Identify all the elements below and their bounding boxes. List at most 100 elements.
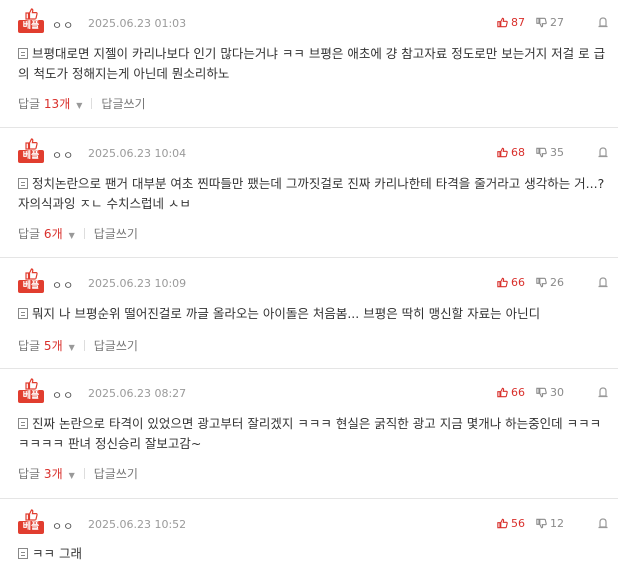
- best-comment-badge: 베플: [18, 8, 44, 34]
- thumbs-down-icon: [536, 17, 547, 28]
- comment-body: ㅋㅋ 그래: [18, 544, 608, 564]
- report-icon[interactable]: [598, 146, 608, 158]
- best-comment-badge: 베플: [18, 378, 44, 404]
- write-reply-link[interactable]: 답글쓰기: [94, 465, 138, 482]
- divider: [91, 98, 93, 109]
- comment-item: 베플 ㅇㅇ 2025.06.23 08:27 66 30 진짜 논란으로 타격이…: [0, 369, 618, 499]
- thumbs-down-icon: [536, 147, 547, 158]
- reply-unit: 개: [51, 339, 63, 353]
- caret-down-icon: ▼: [76, 101, 83, 110]
- comment-text: 정치논란으로 팬거 대부분 여초 찐따들만 팼는데 그까짓걸로 진짜 카리나한테…: [18, 176, 605, 211]
- caret-down-icon: ▼: [68, 471, 75, 480]
- divider: [83, 228, 85, 239]
- document-icon: [18, 48, 28, 59]
- comment-date: 2025.06.23 01:03: [88, 17, 187, 30]
- comment-list: 베플 ㅇㅇ 2025.06.23 01:03 87 27 브평대로면 지젤이 카…: [0, 0, 618, 571]
- author-name[interactable]: ㅇㅇ: [52, 387, 74, 403]
- reply-toggle[interactable]: 답글 6개 ▼: [18, 225, 75, 242]
- reply-count-value: 5: [43, 339, 52, 353]
- reply-unit: 개: [51, 467, 63, 481]
- reply-toggle[interactable]: 답글 5개 ▼: [18, 337, 75, 354]
- comment-body: 뭐지 나 브평순위 떨어진걸로 까글 올라오는 아이돌은 처음봄... 브평은 …: [18, 304, 608, 324]
- upvote-count: 66: [511, 386, 525, 399]
- reply-count-value: 6: [43, 227, 52, 241]
- comment-text: 뭐지 나 브평순위 떨어진걸로 까글 올라오는 아이돌은 처음봄... 브평은 …: [32, 306, 541, 321]
- reply-count: 3개: [44, 467, 63, 481]
- comment-footer: 답글 13개 ▼ 답글쓰기: [18, 95, 146, 112]
- document-icon: [18, 548, 28, 559]
- best-label: 베플: [18, 20, 44, 33]
- author-name[interactable]: ㅇㅇ: [52, 147, 74, 163]
- upvote-count: 56: [511, 517, 525, 530]
- reply-toggle[interactable]: 답글 13개 ▼: [18, 95, 82, 112]
- thumbs-up-icon: [25, 8, 38, 20]
- comment-text: 브평대로면 지젤이 카리나보다 인기 많다는거냐 ㅋㅋ 브평은 애초에 걍 참고…: [18, 46, 606, 81]
- write-reply-link[interactable]: 답글쓰기: [94, 225, 138, 242]
- upvote-button[interactable]: 66: [497, 276, 525, 289]
- author-name[interactable]: ㅇㅇ: [52, 518, 74, 534]
- comment-item: 베플 ㅇㅇ 2025.06.23 01:03 87 27 브평대로면 지젤이 카…: [0, 0, 618, 128]
- thumbs-down-icon: [536, 277, 547, 288]
- comment-item: 베플 ㅇㅇ 2025.06.23 10:04 68 35 정치논란으로 팬거 대…: [0, 128, 618, 258]
- caret-down-icon: ▼: [68, 231, 75, 240]
- best-comment-badge: 베플: [18, 509, 44, 535]
- reply-label: 답글: [18, 97, 41, 111]
- thumbs-up-icon: [497, 518, 508, 529]
- comment-body: 진짜 논란으로 타격이 있었으면 광고부터 잘리겠지 ㅋㅋㅋ 현실은 굵직한 광…: [18, 414, 608, 454]
- reply-unit: 개: [51, 227, 63, 241]
- best-label: 베플: [18, 150, 44, 163]
- best-label: 베플: [18, 521, 44, 534]
- comment-body: 정치논란으로 팬거 대부분 여초 찐따들만 팼는데 그까짓걸로 진짜 카리나한테…: [18, 174, 608, 214]
- upvote-button[interactable]: 66: [497, 386, 525, 399]
- upvote-button[interactable]: 68: [497, 146, 525, 159]
- reply-toggle[interactable]: 답글 3개 ▼: [18, 465, 75, 482]
- upvote-button[interactable]: 87: [497, 16, 525, 29]
- comment-body: 브평대로면 지젤이 카리나보다 인기 많다는거냐 ㅋㅋ 브평은 애초에 걍 참고…: [18, 44, 608, 84]
- thumbs-down-icon: [536, 518, 547, 529]
- comment-header: 베플 ㅇㅇ 2025.06.23 10:52 56 12: [18, 509, 608, 535]
- report-icon[interactable]: [598, 16, 608, 28]
- write-reply-link[interactable]: 답글쓰기: [101, 95, 145, 112]
- report-icon[interactable]: [598, 276, 608, 288]
- divider: [83, 340, 85, 351]
- comment-item: 베플 ㅇㅇ 2025.06.23 10:52 56 12 ㅋㅋ 그래: [0, 499, 618, 571]
- comment-text: 진짜 논란으로 타격이 있었으면 광고부터 잘리겠지 ㅋㅋㅋ 현실은 굵직한 광…: [18, 416, 602, 451]
- thumbs-up-icon: [497, 147, 508, 158]
- comment-date: 2025.06.23 08:27: [88, 387, 187, 400]
- reply-count: 13개: [44, 97, 70, 111]
- document-icon: [18, 308, 28, 319]
- downvote-button[interactable]: 35: [536, 146, 564, 159]
- comment-header: 베플 ㅇㅇ 2025.06.23 01:03 87 27: [18, 8, 608, 34]
- downvote-count: 35: [550, 146, 564, 159]
- upvote-button[interactable]: 56: [497, 517, 525, 530]
- reply-label: 답글: [18, 227, 41, 241]
- best-label: 베플: [18, 390, 44, 403]
- downvote-button[interactable]: 26: [536, 276, 564, 289]
- downvote-button[interactable]: 30: [536, 386, 564, 399]
- thumbs-up-icon: [25, 268, 38, 280]
- downvote-count: 30: [550, 386, 564, 399]
- best-comment-badge: 베플: [18, 138, 44, 164]
- downvote-button[interactable]: 12: [536, 517, 564, 530]
- upvote-count: 66: [511, 276, 525, 289]
- downvote-button[interactable]: 27: [536, 16, 564, 29]
- upvote-count: 87: [511, 16, 525, 29]
- author-name[interactable]: ㅇㅇ: [52, 277, 74, 293]
- reply-count: 6개: [44, 227, 63, 241]
- comment-date: 2025.06.23 10:52: [88, 518, 187, 531]
- report-icon[interactable]: [598, 517, 608, 529]
- thumbs-up-icon: [497, 387, 508, 398]
- divider: [83, 468, 85, 479]
- thumbs-up-icon: [497, 17, 508, 28]
- write-reply-link[interactable]: 답글쓰기: [94, 337, 138, 354]
- comment-footer: 답글 3개 ▼ 답글쓰기: [18, 465, 138, 482]
- thumbs-up-icon: [25, 378, 38, 390]
- reply-unit: 개: [59, 97, 71, 111]
- thumbs-down-icon: [536, 387, 547, 398]
- comment-footer: 답글 5개 ▼ 답글쓰기: [18, 337, 138, 354]
- comment-footer: 답글 6개 ▼ 답글쓰기: [18, 225, 138, 242]
- author-name[interactable]: ㅇㅇ: [52, 17, 74, 33]
- comment-date: 2025.06.23 10:09: [88, 277, 187, 290]
- best-comment-badge: 베플: [18, 268, 44, 294]
- report-icon[interactable]: [598, 386, 608, 398]
